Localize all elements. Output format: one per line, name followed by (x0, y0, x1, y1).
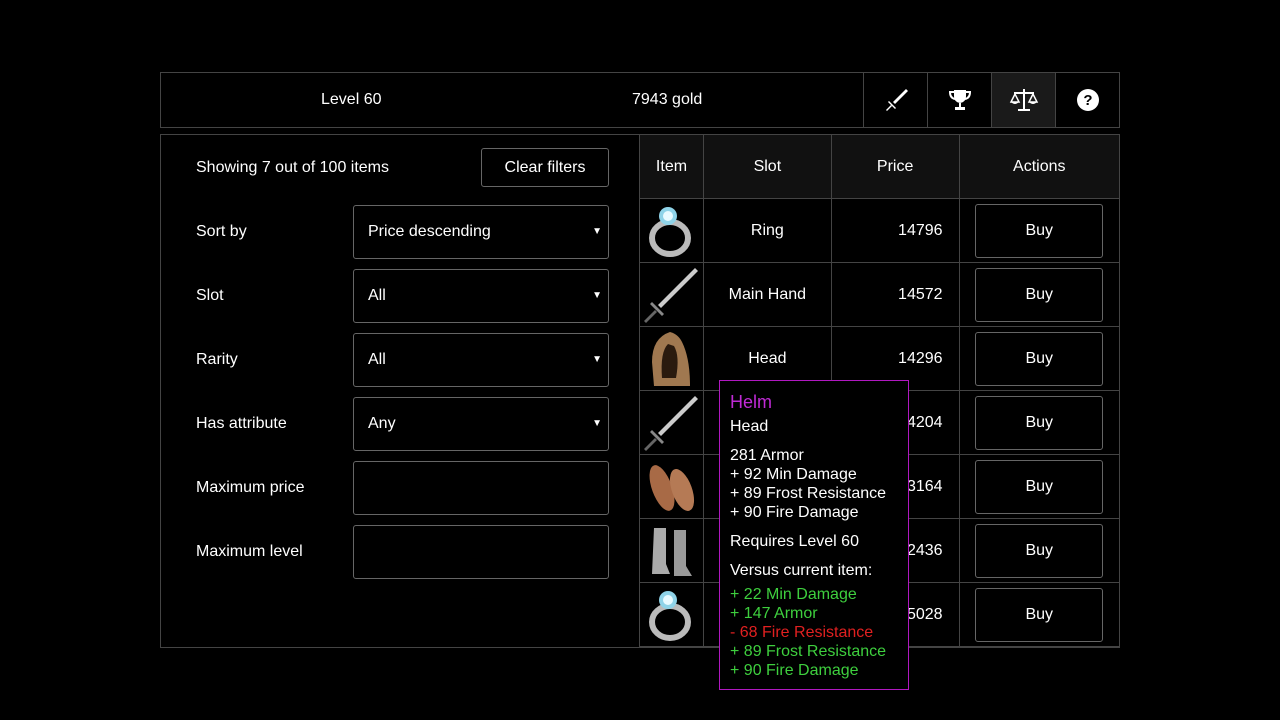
slot-value: All (368, 287, 386, 304)
compare-button[interactable] (991, 73, 1055, 127)
ring-icon (649, 206, 692, 257)
price-cell: 14796 (830, 198, 960, 263)
max-price-input[interactable] (353, 461, 609, 515)
hood-icon (652, 331, 691, 386)
dropdown-arrow-icon: ▼ (592, 418, 602, 429)
item-cell[interactable] (639, 198, 704, 263)
col-price: Price (830, 135, 960, 199)
col-actions: Actions (958, 135, 1119, 199)
slot-select[interactable]: All ▼ (353, 269, 609, 323)
rarity-label: Rarity (196, 351, 238, 368)
buy-button[interactable]: Buy (975, 459, 1104, 514)
buy-button[interactable]: Buy (975, 331, 1104, 386)
tooltip-stat: + 89 Frost Resistance (730, 485, 887, 502)
item-cell[interactable] (639, 326, 704, 391)
sort-select[interactable]: Price descending ▼ (353, 205, 609, 259)
dropdown-arrow-icon: ▼ (592, 290, 602, 301)
slot-cell: Main Hand (702, 262, 832, 327)
help-icon: ? (1076, 89, 1099, 111)
filter-panel: Showing 7 out of 100 items Clear filters… (161, 135, 639, 647)
sort-value: Price descending (368, 223, 491, 240)
tooltip-versus-label: Versus current item: (730, 562, 873, 579)
ring-icon (649, 590, 692, 641)
attribute-label: Has attribute (196, 415, 287, 432)
tooltip-diff: - 68 Fire Resistance (730, 624, 874, 641)
rarity-value: All (368, 351, 386, 368)
rarity-row: Rarity All ▼ (196, 333, 616, 387)
table-row: Main Hand 14572 Buy (639, 262, 1119, 327)
buy-button[interactable]: Buy (975, 587, 1104, 642)
tooltip-stat: + 92 Min Damage (730, 466, 857, 483)
tooltip-diff: + 147 Armor (730, 605, 818, 622)
sword-item-icon (644, 395, 699, 451)
max-level-input[interactable] (353, 525, 609, 579)
item-count: Showing 7 out of 100 items (196, 159, 390, 176)
slot-row: Slot All ▼ (196, 269, 616, 323)
tooltip-diff: + 89 Frost Resistance (730, 643, 887, 660)
greaves-icon (652, 527, 693, 576)
sword-button[interactable] (863, 73, 927, 127)
item-cell[interactable] (639, 582, 704, 647)
item-cell[interactable] (639, 390, 704, 455)
rarity-select[interactable]: All ▼ (353, 333, 609, 387)
sword-icon (885, 89, 908, 111)
item-cell[interactable] (639, 262, 704, 327)
sort-label: Sort by (196, 223, 247, 240)
tooltip-diff: + 90 Fire Damage (730, 662, 859, 679)
item-cell[interactable] (639, 518, 704, 583)
top-bar: Level 60 7943 gold ? (160, 72, 1120, 128)
tooltip-stat: + 90 Fire Damage (730, 504, 859, 521)
col-item: Item (639, 135, 704, 199)
tooltip-slot: Head (730, 418, 769, 435)
sort-row: Sort by Price descending ▼ (196, 205, 616, 259)
buy-button[interactable]: Buy (975, 267, 1104, 322)
svg-text:?: ? (1083, 92, 1092, 109)
dropdown-arrow-icon: ▼ (592, 354, 602, 365)
attribute-row: Has attribute Any ▼ (196, 397, 616, 451)
price-cell: 14572 (830, 262, 960, 327)
trophy-icon (948, 90, 971, 110)
buy-button[interactable]: Buy (975, 203, 1104, 258)
table-row: Ring 14796 Buy (639, 198, 1119, 263)
max-level-label: Maximum level (196, 543, 303, 560)
attribute-value: Any (368, 415, 396, 432)
shop-panel: Showing 7 out of 100 items Clear filters… (160, 134, 1120, 648)
item-cell[interactable] (639, 454, 704, 519)
buy-button[interactable]: Buy (975, 395, 1104, 450)
max-price-label: Maximum price (196, 479, 305, 496)
scales-icon (1009, 89, 1038, 111)
trophy-button[interactable] (927, 73, 991, 127)
dropdown-arrow-icon: ▼ (592, 226, 602, 237)
tooltip-item-name: Helm (730, 392, 773, 412)
attribute-select[interactable]: Any ▼ (353, 397, 609, 451)
col-slot: Slot (702, 135, 832, 199)
clear-filters-button[interactable]: Clear filters (481, 148, 609, 187)
player-gold: 7943 gold (632, 91, 703, 108)
top-nav: ? (863, 73, 1119, 127)
tooltip-stat: 281 Armor (730, 447, 804, 464)
max-price-row: Maximum price (196, 461, 616, 515)
sword-item-icon (644, 267, 699, 323)
buy-button[interactable]: Buy (975, 523, 1104, 578)
item-tooltip: Helm Head 281 Armor + 92 Min Damage + 89… (719, 380, 909, 690)
player-level: Level 60 (321, 91, 382, 108)
slot-label: Slot (196, 287, 224, 304)
help-button[interactable]: ? (1055, 73, 1119, 127)
tooltip-requirement: Requires Level 60 (730, 533, 859, 550)
slot-cell: Ring (702, 198, 832, 263)
table-header-row: Item Slot Price Actions (639, 135, 1119, 199)
sandals-icon (650, 464, 695, 511)
max-level-row: Maximum level (196, 525, 616, 579)
tooltip-diff: + 22 Min Damage (730, 586, 857, 603)
